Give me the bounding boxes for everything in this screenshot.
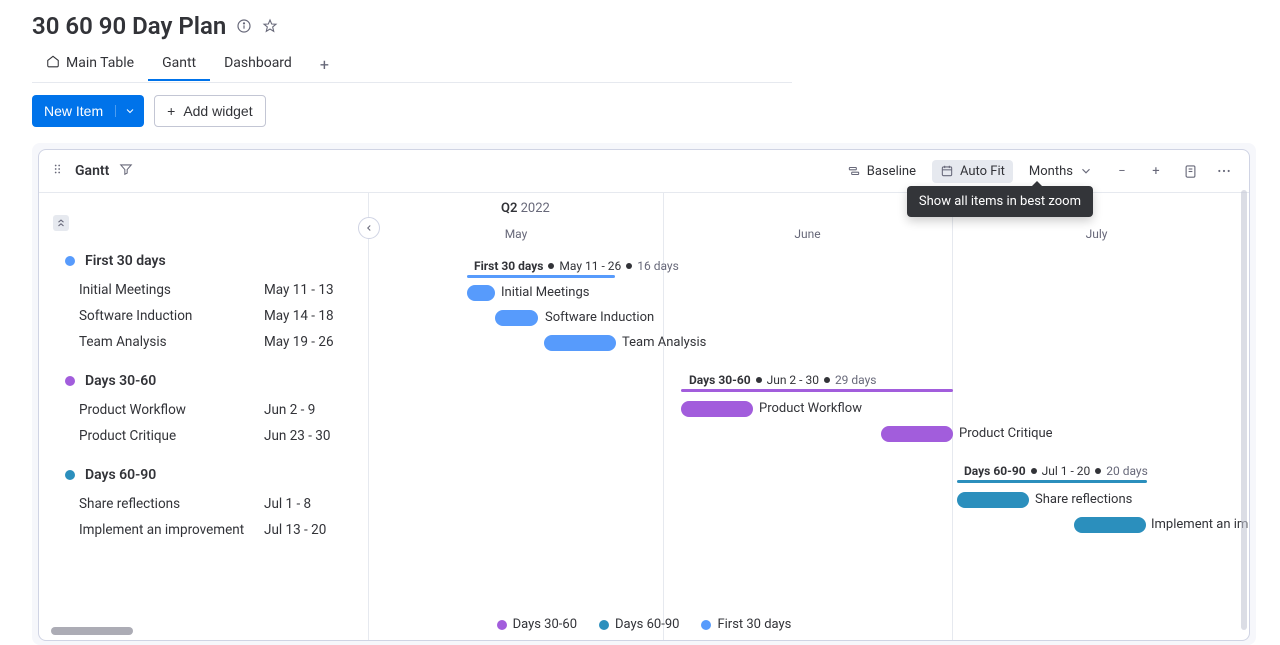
collapse-all-icon[interactable] [53,215,69,231]
task-bar[interactable] [957,492,1029,508]
vertical-scrollbar[interactable] [1241,190,1247,630]
filter-icon[interactable] [119,162,133,180]
group-header[interactable]: Days 60-90 [39,459,368,491]
list-item[interactable]: Software InductionMay 14 - 18 [39,303,368,329]
group-name: First 30 days [85,253,166,269]
group-summary-bar[interactable] [681,389,953,392]
tab-label: Gantt [162,55,196,71]
legend-dot [599,620,609,630]
button-label: Baseline [867,164,916,179]
actions: New Item + Add widget [32,95,1256,127]
task-bar[interactable] [467,285,495,301]
group-header[interactable]: Days 30-60 [39,365,368,397]
export-icon[interactable] [1177,158,1203,184]
auto-fit-button[interactable]: Auto Fit [932,160,1013,183]
task-bar[interactable] [544,335,616,351]
task-list: First 30 days Initial MeetingsMay 11 - 1… [39,193,369,640]
task-bar-label: Team Analysis [622,335,706,350]
zoom-in-button[interactable]: + [1143,158,1169,184]
timeline-header: Q2 2022 May June July [369,193,1249,245]
group-summary-bar[interactable] [957,480,1147,483]
task-bar-label: Share reflections [1035,492,1132,507]
time-unit-select[interactable]: Months [1021,160,1101,183]
task-bar-label: Initial Meetings [501,285,590,300]
tab-label: Main Table [66,55,134,71]
task-bar[interactable] [1074,517,1146,533]
button-label: Add widget [183,103,252,119]
legend-item[interactable]: Days 30-60 [497,617,577,632]
legend-item[interactable]: First 30 days [701,617,791,632]
list-item[interactable]: Implement an improvementJul 13 - 20 [39,517,368,543]
collapse-sidebar-icon[interactable] [358,217,380,239]
panel-title: Gantt [75,163,109,179]
legend-dot [497,620,507,630]
group-name: Days 60-90 [85,467,156,483]
legend-item[interactable]: Days 60-90 [599,617,679,632]
quarter-label: Q2 2022 [501,201,550,216]
legend: Days 30-60 Days 60-90 First 30 days [39,617,1249,632]
home-icon [46,54,60,72]
task-bar[interactable] [495,310,538,326]
group-summary: Days 30-60Jun 2 - 3029 days [689,373,876,387]
group-color-dot [65,376,75,386]
list-item[interactable]: Initial MeetingsMay 11 - 13 [39,277,368,303]
month-label: June [663,227,952,241]
zoom-out-button[interactable]: − [1109,158,1135,184]
tooltip: Show all items in best zoom [907,186,1093,217]
star-icon[interactable] [262,18,278,34]
tab-dashboard[interactable]: Dashboard [210,47,306,81]
group-summary: First 30 daysMay 11 - 2616 days [474,259,679,273]
task-bar-label: Software Induction [545,310,654,325]
tab-label: Dashboard [224,55,292,71]
page-title: 30 60 90 Day Plan [32,12,226,40]
title-row: 30 60 90 Day Plan [32,12,1256,40]
chevron-down-icon [1079,164,1093,178]
add-tab-button[interactable]: + [306,47,343,82]
month-label: May [369,227,663,241]
group-summary-bar[interactable] [467,275,615,278]
more-icon[interactable] [1211,158,1237,184]
button-label: Auto Fit [960,164,1005,179]
tab-main-table[interactable]: Main Table [32,46,148,82]
month-label: July [952,227,1241,241]
group-header[interactable]: First 30 days [39,245,368,277]
list-item[interactable]: Product CritiqueJun 23 - 30 [39,423,368,449]
timeline[interactable]: Q2 2022 May June July First 30 daysMay 1… [369,193,1249,640]
group-summary: Days 60-90Jul 1 - 2020 days [964,464,1148,478]
button-label: New Item [32,103,115,119]
plus-icon: + [167,103,175,119]
group-color-dot [65,470,75,480]
new-item-button[interactable]: New Item [32,95,144,127]
drag-handle-icon[interactable] [51,162,65,180]
group-name: Days 30-60 [85,373,156,389]
task-bar[interactable] [681,401,753,417]
list-item[interactable]: Team AnalysisMay 19 - 26 [39,329,368,355]
info-icon[interactable] [236,18,252,34]
task-bar-label: Product Critique [959,426,1053,441]
list-item[interactable]: Share reflectionsJul 1 - 8 [39,491,368,517]
tab-gantt[interactable]: Gantt [148,47,210,81]
select-label: Months [1029,164,1073,179]
task-bar-label: Product Workflow [759,401,862,416]
tabs: Main Table Gantt Dashboard + [32,46,792,83]
baseline-button[interactable]: Baseline [839,160,924,183]
add-widget-button[interactable]: + Add widget [154,95,265,127]
group-color-dot [65,256,75,266]
list-item[interactable]: Product WorkflowJun 2 - 9 [39,397,368,423]
task-bar[interactable] [881,426,953,442]
chevron-down-icon[interactable] [115,105,144,117]
task-bar-label: Implement an improvement [1151,517,1249,532]
legend-dot [701,620,711,630]
gantt-panel: Gantt Baseline Auto Fit Months [38,149,1250,641]
